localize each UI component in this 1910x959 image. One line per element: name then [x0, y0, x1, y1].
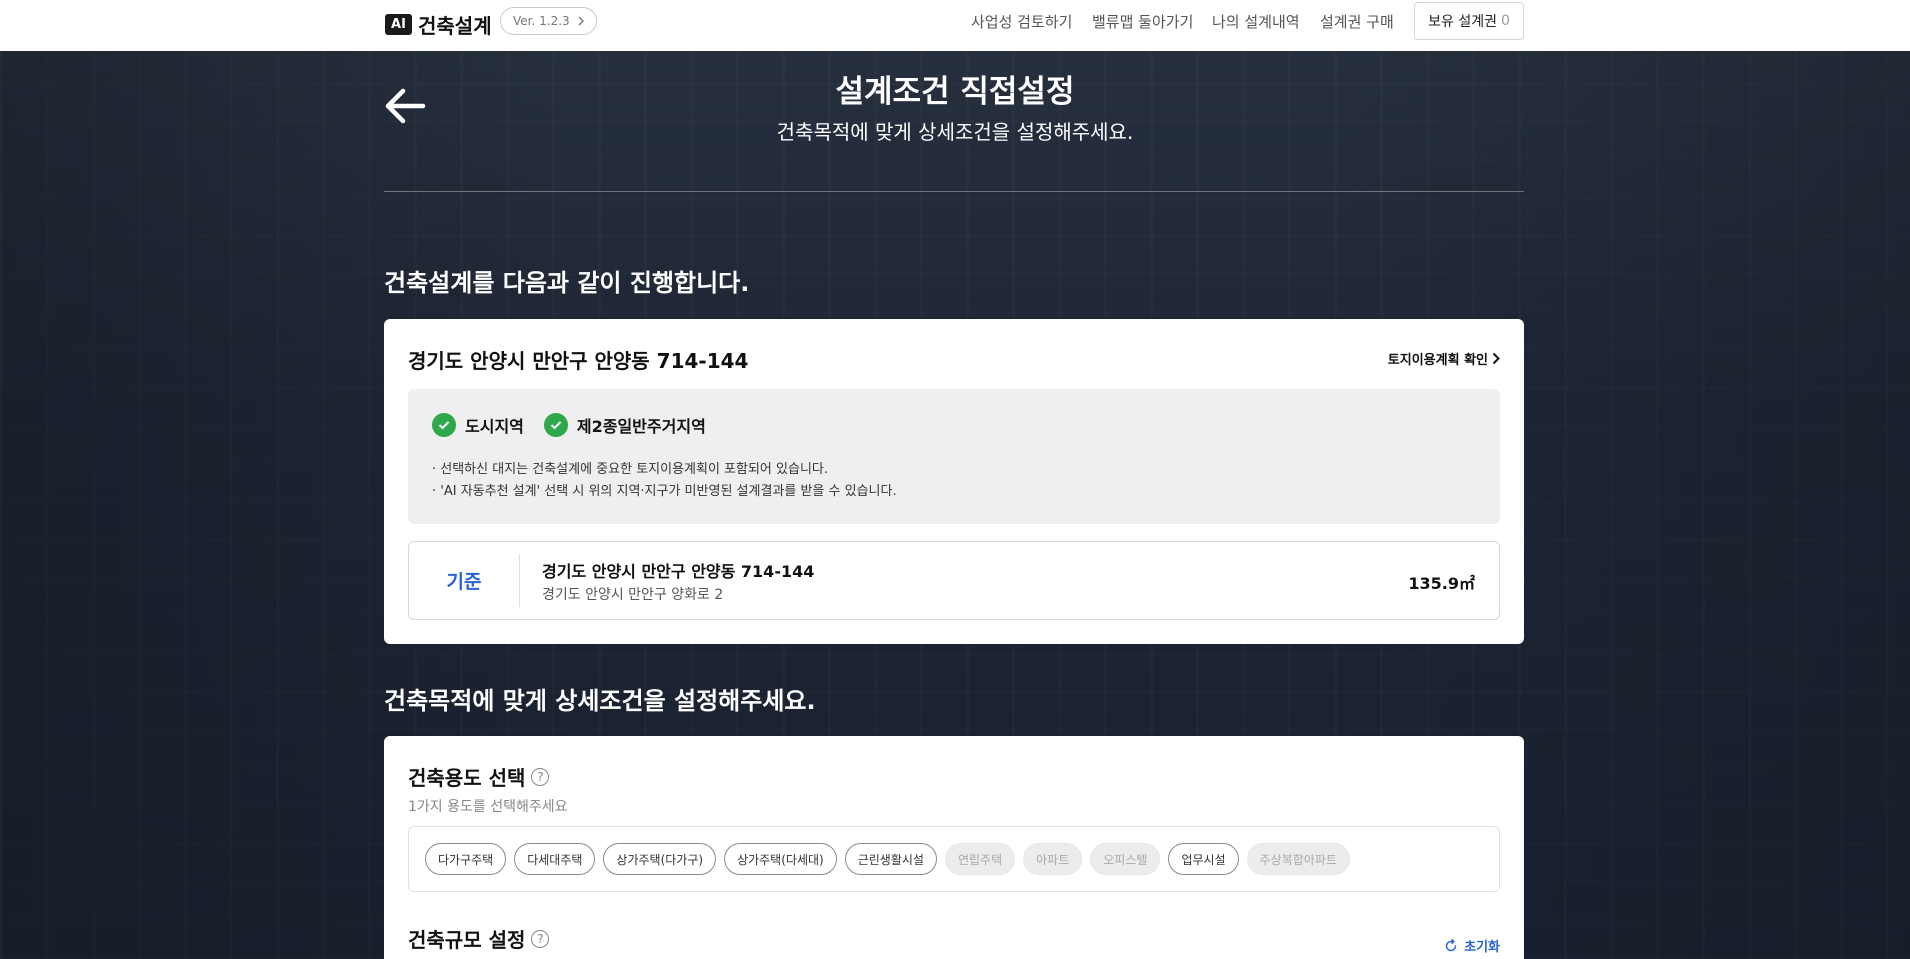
zoning-info-box: 도시지역 제2종일반주거지역 · 선택하신 대지는 건축설계에 중요한 토지이용… — [408, 389, 1500, 524]
page-title: 설계조건 직접설정 — [835, 74, 1075, 110]
zone-label: 제2종일반주거지역 — [576, 417, 706, 436]
building-use-options: 다가구주택 다세대주택 상가주택(다가구) 상가주택(다세대) 근린생활시설 연립주택 아파… — [408, 826, 1500, 892]
use-option-chip[interactable]: 업무시설 — [1168, 843, 1239, 875]
logo-text: 건축설계 — [418, 14, 492, 38]
version-button[interactable]: Ver. 1.2.3 — [500, 7, 597, 35]
use-option-chip[interactable]: 상가주택(다세대) — [724, 843, 837, 875]
use-option-chip: 주상복합아파트 — [1246, 843, 1350, 875]
held-tickets-count: 0 — [1500, 13, 1510, 29]
conditions-card: 건축용도 선택 ? 1가지 용도를 선택해주세요 다가구주택 다세대주택 상가주택(… — [384, 736, 1524, 959]
use-option-chip: 오피스텔 — [1090, 843, 1161, 875]
use-option-chip[interactable]: 다가구주택 — [425, 843, 507, 875]
nav-buy-tickets[interactable]: 설계권 구매 — [1320, 0, 1394, 42]
building-use-desc: 1가지 용도를 선택해주세요 — [408, 799, 568, 815]
site-address: 경기도 안양시 만안구 안양동 714-144 — [408, 349, 749, 373]
zone-tag: 제2종일반주거지역 — [543, 413, 706, 437]
building-use-label: 건축용도 선택 — [408, 766, 526, 790]
note-line: · 선택하신 대지는 건축설계에 중요한 토지이용계획이 포함되어 있습니다. — [432, 462, 828, 477]
land-use-plan-link[interactable]: 토지이용계획 확인 — [1388, 349, 1500, 368]
nav-my-designs[interactable]: 나의 설계내역 — [1212, 0, 1300, 42]
help-icon[interactable]: ? — [531, 929, 550, 948]
standard-road-address: 경기도 안양시 만안구 양화로 2 — [542, 587, 724, 603]
use-option-chip: 연립주택 — [944, 843, 1016, 875]
reset-label: 초기화 — [1464, 940, 1500, 955]
check-icon — [432, 413, 456, 437]
address-card: 경기도 안양시 만안구 안양동 714-144 토지이용계획 확인 도시지역 제… — [384, 319, 1524, 644]
standard-label: 기준 — [446, 571, 482, 593]
divider — [384, 191, 1524, 192]
zone-tag: 도시지역 — [432, 413, 524, 437]
standard-parcel-box: 기준 경기도 안양시 만안구 안양동 714-144 경기도 안양시 만안구 양… — [408, 541, 1500, 620]
zoning-notes: · 선택하신 대지는 건축설계에 중요한 토지이용계획이 포함되어 있습니다. … — [432, 459, 897, 503]
land-use-plan-label: 토지이용계획 확인 — [1387, 353, 1488, 368]
logo-badge: AI — [385, 14, 412, 35]
note-line: · 'AI 자동추천 설계' 선택 시 위의 지역·지구가 미반영된 설계결과를… — [432, 484, 897, 499]
top-navigation-bar: AI 건축설계 Ver. 1.2.3 사업성 검토하기 밸류맵 둘아가기 나의 … — [0, 0, 1910, 51]
section-heading-proceed: 건축설계를 다음과 같이 진행합니다. — [384, 269, 750, 297]
standard-address: 경기도 안양시 만안구 안양동 714-144 — [542, 562, 815, 581]
refresh-icon — [1445, 938, 1457, 951]
chevron-right-icon — [1492, 352, 1500, 365]
reset-button[interactable]: 초기화 — [1444, 936, 1500, 955]
nav-business-review[interactable]: 사업성 검토하기 — [971, 0, 1072, 42]
nav-valuemap[interactable]: 밸류맵 둘아가기 — [1092, 0, 1193, 42]
use-option-chip[interactable]: 근린생활시설 — [844, 843, 937, 875]
section-heading-conditions: 건축목적에 맞게 상세조건을 설정해주세요. — [384, 687, 816, 715]
logo[interactable]: AI 건축설계 — [385, 10, 492, 39]
standard-area: 135.9㎡ — [1408, 574, 1475, 593]
version-label: Ver. 1.2.3 — [513, 14, 570, 28]
help-icon[interactable]: ? — [531, 767, 550, 786]
check-icon — [543, 413, 568, 437]
zone-label: 도시지역 — [465, 417, 524, 436]
use-option-chip[interactable]: 상가주택(다가구) — [603, 843, 717, 875]
divider — [519, 554, 520, 607]
building-use-title: 건축용도 선택 ? — [408, 762, 550, 791]
page-subtitle: 건축목적에 맞게 상세조건을 설정해주세요. — [776, 120, 1134, 144]
building-scale-label: 건축규모 설정 — [408, 928, 526, 952]
building-scale-title: 건축규모 설정 ? — [408, 924, 550, 953]
chevron-right-icon — [578, 16, 584, 26]
held-tickets-button[interactable]: 보유 설계권 0 — [1414, 2, 1524, 40]
held-tickets-label: 보유 설계권 — [1428, 14, 1497, 30]
use-option-chip[interactable]: 다세대주택 — [514, 843, 596, 875]
use-option-chip: 아파트 — [1023, 843, 1083, 875]
